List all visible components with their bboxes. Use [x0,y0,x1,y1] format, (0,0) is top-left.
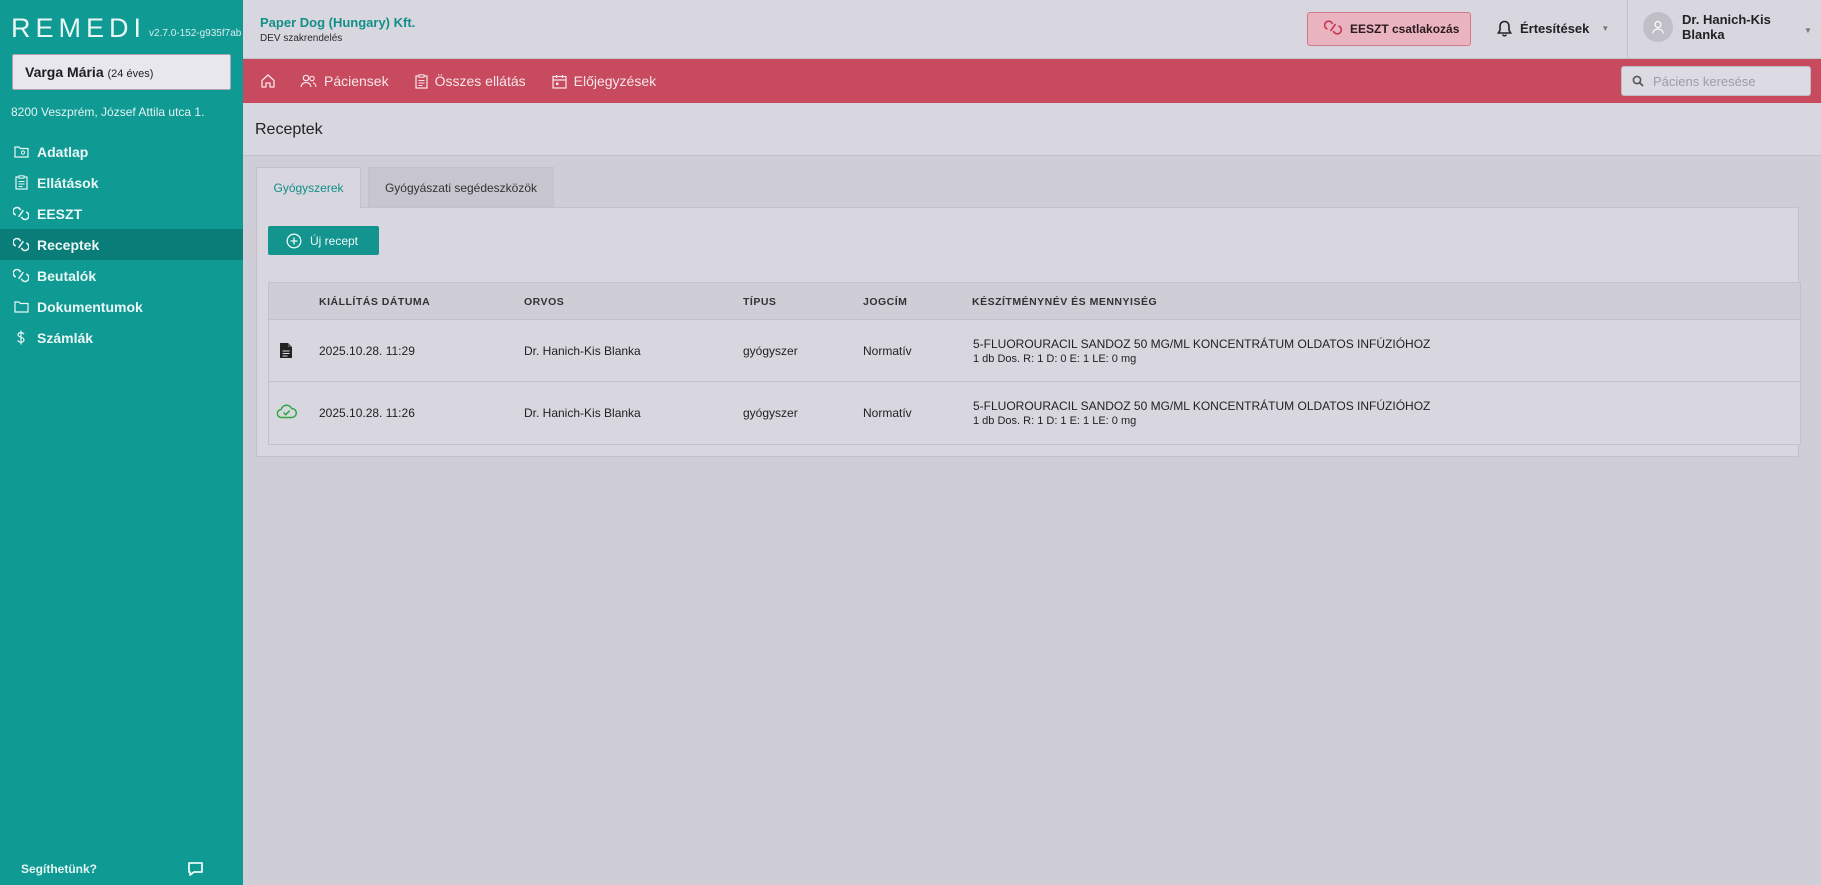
home-icon[interactable] [260,73,276,89]
tab-medicines[interactable]: Gyógyszerek [256,167,361,208]
clipboard-icon [13,175,29,191]
table-row[interactable]: 2025.10.28. 11:26 Dr. Hanich-Kis Blanka … [269,382,1800,444]
patient-age: (24 éves) [107,68,154,80]
main-navbar: Páciensek Összes ellátás Előjegyzések [243,59,1821,103]
column-header-product[interactable]: KÉSZÍTMÉNYNÉV ÉS MENNYISÉG [972,296,1157,308]
sidebar-item-eeszt[interactable]: EESZT [0,198,243,229]
notifications-menu[interactable]: Értesítések ▼ [1497,20,1609,37]
sidebar-item-dokumentumok[interactable]: Dokumentumok [0,291,243,322]
avatar [1643,12,1673,42]
chevron-down-icon: ▼ [1601,24,1610,33]
sidebar-item-label: EESZT [37,205,83,222]
chevron-down-icon[interactable]: ▼ [1804,26,1812,35]
logo-text: REMEDI [11,13,147,43]
doctor-name: Dr. Hanich-Kis Blanka [524,406,641,420]
folder-icon [13,144,29,160]
patient-address: 8200 Veszprém, József Attila utca 1. [11,105,205,119]
nav-link-appointments[interactable]: Előjegyzések [552,73,657,89]
pills-icon [13,268,29,284]
sidebar-item-label: Dokumentumok [37,298,143,315]
sidebar-item-label: Számlák [37,329,94,346]
page-title: Receptek [255,121,323,138]
top-header: Paper Dog (Hungary) Kft. DEV szakrendelé… [243,0,1821,59]
new-prescription-label: Új recept [310,233,359,248]
organization-unit: DEV szakrendelés [260,33,343,44]
legal-basis: Normatív [863,406,912,420]
patient-name: Varga Mária [25,64,104,80]
sidebar-item-ellatasok[interactable]: Ellátások [0,167,243,198]
tab-medical-devices[interactable]: Gyógyászati segédeszközök [368,167,554,207]
app-logo[interactable]: REMEDI v2.7.0-152-g935f7ab [11,12,241,42]
sidebar-item-szamlak[interactable]: Számlák [0,322,243,353]
pills-icon [13,237,29,253]
column-header-legal-basis[interactable]: JOGCÍM [863,296,907,308]
header-divider [1627,0,1628,59]
patient-search[interactable] [1621,66,1811,96]
sidebar-item-adatlap[interactable]: Adatlap [0,136,243,167]
sidebar-item-label: Adatlap [37,143,89,160]
sidebar-item-label: Ellátások [37,174,99,191]
sidebar-item-label: Beutalók [37,267,97,284]
nav-link-label: Összes ellátás [434,73,526,89]
help-link[interactable]: Segíthetünk? [21,862,97,876]
product-name: 5-FLUOROURACIL SANDOZ 50 MG/ML KONCENTRÁ… [973,399,1431,413]
product-quantity: 1 db Dos. R: 1 D: 0 E: 1 LE: 0 mg [973,353,1137,365]
patient-selector[interactable]: Varga Mária (24 éves) [12,54,231,90]
cloud-check-icon[interactable] [276,404,298,424]
prescriptions-panel: Új recept KIÁLLÍTÁS DÁTUMA ORVOS TÍPUS J… [256,207,1801,457]
search-icon [1632,75,1644,87]
clipboard-icon [414,73,428,89]
app-version: v2.7.0-152-g935f7ab [149,28,242,39]
calendar-icon [552,74,567,89]
organization-name[interactable]: Paper Dog (Hungary) Kft. [260,15,415,30]
nav-link-patients[interactable]: Páciensek [300,73,389,89]
user-name: Dr. Hanich-Kis Blanka [1682,12,1771,42]
nav-link-all-care[interactable]: Összes ellátás [414,73,526,89]
table-header: KIÁLLÍTÁS DÁTUMA ORVOS TÍPUS JOGCÍM KÉSZ… [269,283,1800,320]
sidebar-nav: Adatlap Ellátások EESZT Receptek Beutaló… [0,136,243,353]
sidebar: REMEDI v2.7.0-152-g935f7ab Varga Mária (… [0,0,243,885]
eeszt-connect-label: EESZT csatlakozás [1350,22,1460,36]
prescription-type: gyógyszer [743,406,798,420]
issue-date: 2025.10.28. 11:29 [319,344,415,358]
users-icon [300,74,317,88]
legal-basis: Normatív [863,344,912,358]
page-header: Receptek [243,103,1821,156]
chat-icon[interactable] [187,861,204,882]
search-input[interactable] [1653,73,1803,89]
prescriptions-table: KIÁLLÍTÁS DÁTUMA ORVOS TÍPUS JOGCÍM KÉSZ… [268,282,1801,445]
eeszt-icon [13,206,29,222]
issue-date: 2025.10.28. 11:26 [319,406,415,420]
column-header-type[interactable]: TÍPUS [743,296,776,308]
product-quantity: 1 db Dos. R: 1 D: 1 E: 1 LE: 0 mg [973,415,1137,427]
sidebar-item-receptek[interactable]: Receptek [0,229,243,260]
table-row[interactable]: 2025.10.28. 11:29 Dr. Hanich-Kis Blanka … [269,320,1800,382]
dollar-icon [13,330,29,346]
nav-link-label: Előjegyzések [573,73,657,89]
prescription-type: gyógyszer [743,344,798,358]
plus-circle-icon [286,233,302,249]
sidebar-item-beutalok[interactable]: Beutalók [0,260,243,291]
folder-icon [13,299,29,315]
eeszt-icon [1323,20,1343,38]
column-header-doctor[interactable]: ORVOS [524,296,564,308]
nav-link-label: Páciensek [324,73,389,89]
new-prescription-button[interactable]: Új recept [268,226,379,255]
product-name: 5-FLUOROURACIL SANDOZ 50 MG/ML KONCENTRÁ… [973,337,1431,351]
sidebar-item-label: Receptek [37,236,100,253]
document-icon[interactable] [279,342,293,364]
doctor-name: Dr. Hanich-Kis Blanka [524,344,641,358]
column-header-date[interactable]: KIÁLLÍTÁS DÁTUMA [319,296,430,308]
bell-icon [1497,20,1512,37]
notifications-label: Értesítések [1520,21,1590,36]
user-menu[interactable]: Dr. Hanich-Kis Blanka [1643,12,1782,42]
eeszt-connect-button[interactable]: EESZT csatlakozás [1307,12,1471,46]
